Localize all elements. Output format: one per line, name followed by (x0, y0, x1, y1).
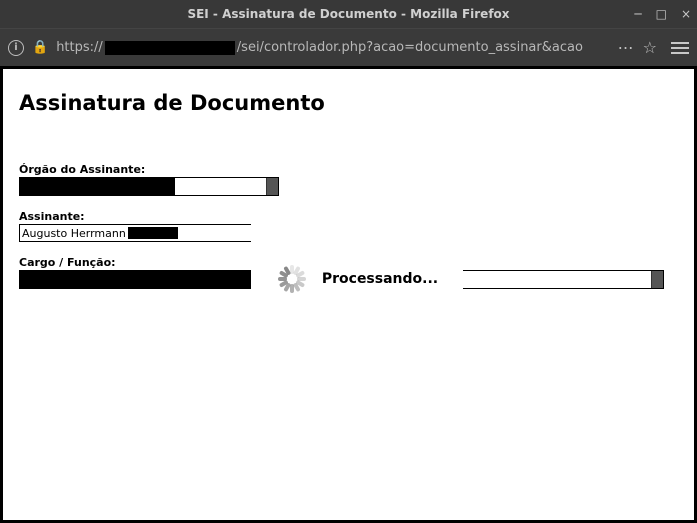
orgao-select[interactable] (19, 177, 279, 196)
minimize-icon[interactable]: ─ (634, 8, 641, 20)
field-orgao: Órgão do Assinante: (19, 163, 678, 196)
site-info-icon[interactable]: i (8, 40, 24, 56)
browser-viewport: Assinatura de Documento Órgão do Assinan… (0, 66, 697, 523)
url-display[interactable]: https:// /sei/controlador.php?acao=docum… (56, 40, 609, 55)
spinner-icon (276, 263, 308, 295)
chevron-down-icon[interactable] (651, 271, 663, 288)
bookmark-icon[interactable]: ☆ (643, 38, 657, 57)
window-titlebar: SEI - Assinatura de Documento - Mozilla … (0, 0, 697, 28)
menu-icon[interactable] (671, 42, 689, 54)
window-controls: ─ □ × (634, 0, 691, 28)
page-content: Assinatura de Documento Órgão do Assinan… (3, 69, 694, 520)
maximize-icon[interactable]: □ (656, 8, 667, 20)
window-title: SEI - Assinatura de Documento - Mozilla … (187, 7, 509, 21)
close-icon[interactable]: × (681, 8, 691, 20)
page-title: Assinatura de Documento (19, 91, 678, 115)
assinante-value-visible: Augusto Herrmann (22, 227, 126, 240)
assinante-value-redacted (128, 227, 178, 239)
orgao-value-redacted (20, 178, 175, 195)
lock-icon[interactable]: 🔒 (32, 40, 48, 55)
loading-overlay: Processando... (251, 219, 463, 339)
url-redacted-host (105, 41, 235, 55)
orgao-label: Órgão do Assinante: (19, 163, 678, 176)
page-actions-icon[interactable]: ⋯ (618, 38, 635, 57)
browser-toolbar: i 🔒 https:// /sei/controlador.php?acao=d… (0, 28, 697, 66)
url-suffix: /sei/controlador.php?acao=documento_assi… (237, 40, 583, 55)
url-prefix: https:// (56, 40, 103, 55)
chevron-down-icon[interactable] (266, 178, 278, 195)
loading-message: Processando... (322, 271, 438, 287)
